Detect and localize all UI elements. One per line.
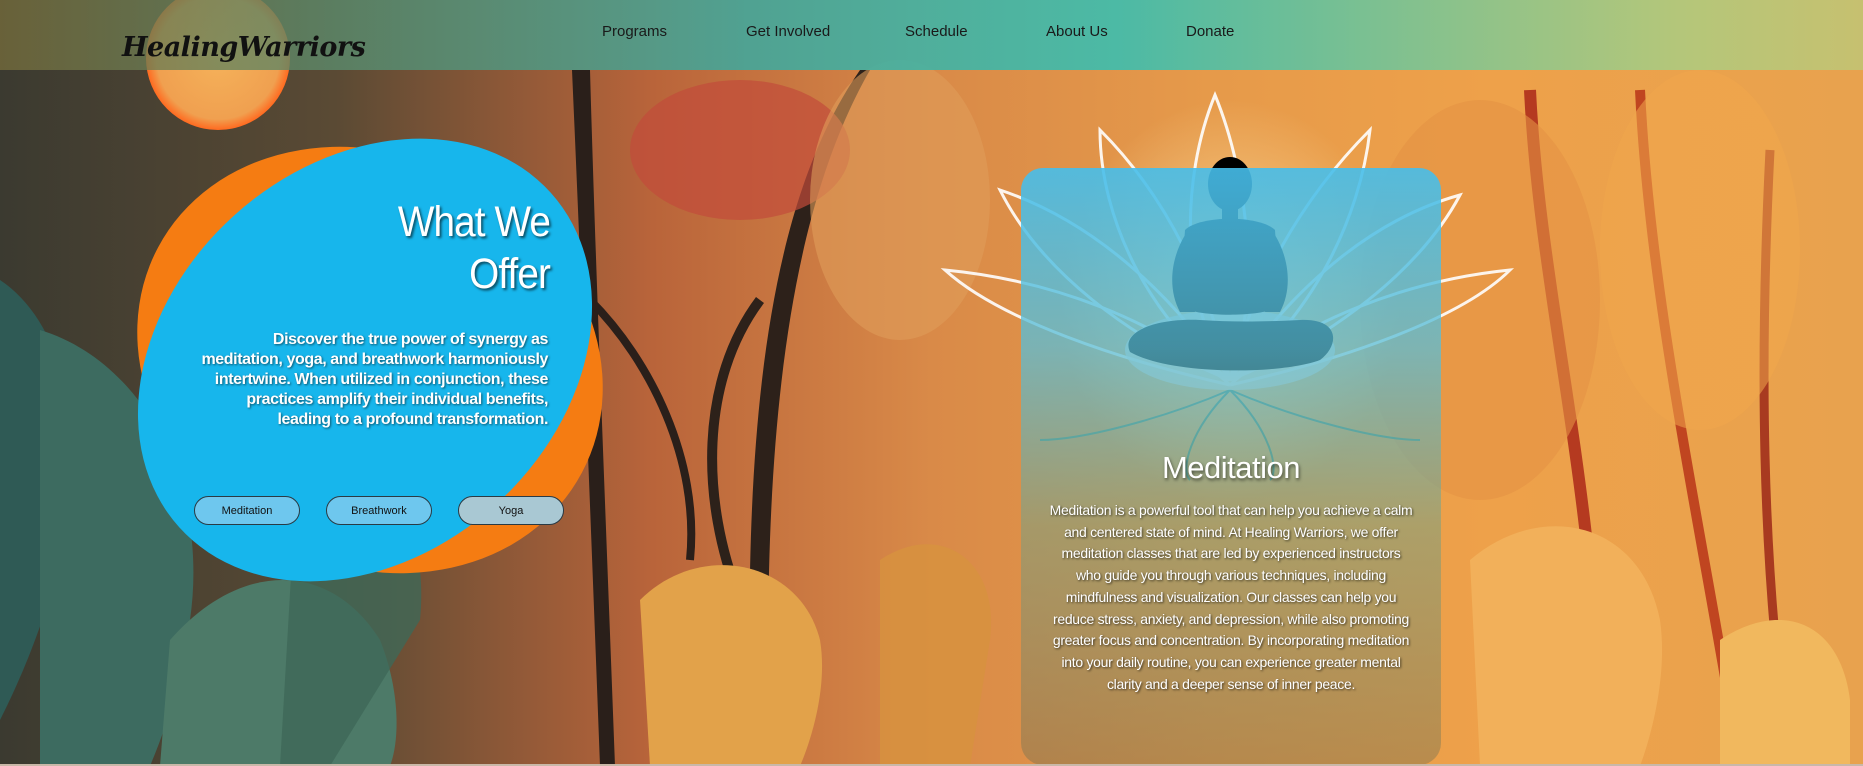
meditation-card-text: Meditation is a powerful tool that can h…	[1049, 502, 1413, 692]
nav-link-programs[interactable]: Programs	[602, 23, 667, 40]
nav-link-schedule[interactable]: Schedule	[905, 23, 968, 40]
yoga-button[interactable]: Yoga	[458, 496, 564, 525]
nav-link-donate[interactable]: Donate	[1186, 23, 1234, 40]
meditation-card-title: Meditation	[1161, 450, 1301, 485]
offer-title: What We Offer	[298, 196, 551, 300]
offer-title-line2: Offer	[469, 250, 551, 298]
offer-title-line1: What We	[397, 198, 551, 246]
nav-link-get-involved[interactable]: Get Involved	[746, 23, 830, 40]
top-navbar: HealingWarriors Programs Get Involved Sc…	[0, 0, 1863, 70]
nav-link-about-us[interactable]: About Us	[1046, 23, 1108, 40]
site-logo[interactable]: HealingWarriors	[122, 32, 366, 63]
offer-description: Discover the true power of synergy as me…	[201, 331, 548, 428]
meditation-button[interactable]: Meditation	[194, 496, 300, 525]
breathwork-button[interactable]: Breathwork	[326, 496, 432, 525]
